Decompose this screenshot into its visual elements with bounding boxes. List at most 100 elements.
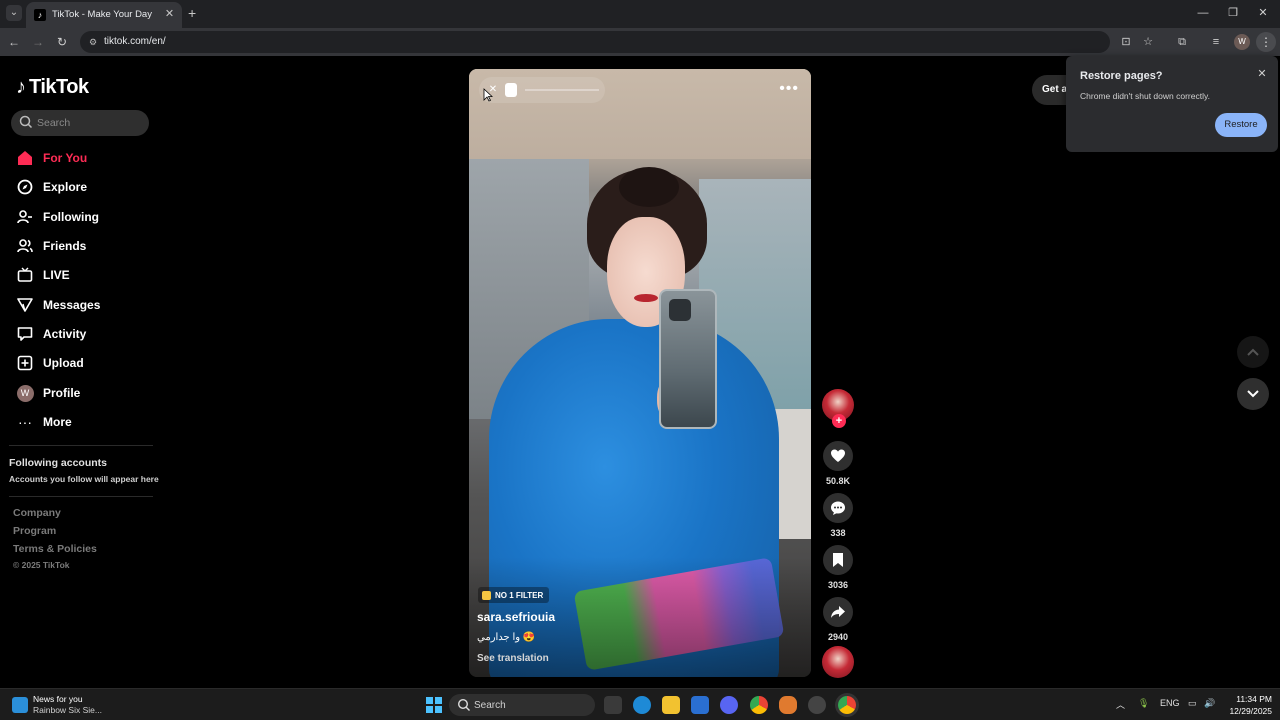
video-author-username[interactable]: sara.sefriouia bbox=[477, 610, 555, 624]
save-button[interactable] bbox=[823, 545, 853, 575]
edge-icon[interactable] bbox=[633, 696, 651, 714]
maximize-icon[interactable]: ❐ bbox=[1226, 6, 1240, 20]
effect-icon bbox=[482, 590, 491, 600]
volume-slider[interactable] bbox=[525, 89, 599, 91]
sidebar-item-label: LIVE bbox=[43, 268, 70, 282]
restore-popup-title: Restore pages? bbox=[1080, 70, 1163, 82]
volume-knob[interactable] bbox=[505, 83, 517, 97]
minimize-icon[interactable]: — bbox=[1196, 6, 1210, 20]
url-text: tiktok.com/en/ bbox=[104, 36, 166, 47]
sidebar-item-friends[interactable]: Friends bbox=[16, 235, 86, 257]
upload-icon bbox=[16, 354, 34, 372]
sidebar-item-profile[interactable]: W Profile bbox=[16, 382, 80, 404]
video-subject bbox=[619, 167, 679, 207]
footer-link-program[interactable]: Program bbox=[13, 525, 56, 537]
news-widget-subtitle[interactable]: Rainbow Six Sie... bbox=[33, 705, 102, 715]
store-icon[interactable] bbox=[691, 696, 709, 714]
share-icon bbox=[831, 606, 845, 618]
bookmark-icon bbox=[833, 553, 843, 567]
sidebar-item-messages[interactable]: Messages bbox=[16, 294, 100, 316]
phone-camera bbox=[669, 299, 691, 321]
microphone-icon[interactable]: 🎙 bbox=[1138, 698, 1149, 709]
browser-tab[interactable]: ♪ TikTok - Make Your Day ✕ bbox=[26, 2, 182, 28]
tiktok-logo[interactable]: ♪ TikTok bbox=[16, 76, 89, 99]
sidebar-item-more[interactable]: ··· More bbox=[16, 411, 72, 433]
chrome-menu-icon[interactable]: ⋮ bbox=[1256, 32, 1276, 52]
search-placeholder: Search bbox=[37, 117, 71, 129]
like-count: 50.8K bbox=[825, 476, 851, 486]
follow-plus-icon[interactable]: + bbox=[832, 414, 846, 428]
chrome-profile-icon[interactable] bbox=[838, 696, 856, 714]
sidebar-divider bbox=[9, 445, 153, 446]
friends-icon bbox=[16, 237, 34, 255]
new-tab-button[interactable]: + bbox=[188, 6, 196, 20]
tab-close-icon[interactable]: ✕ bbox=[163, 8, 176, 21]
sidebar-item-label: Messages bbox=[43, 298, 101, 312]
save-count: 3036 bbox=[827, 580, 849, 590]
copyright-text: © 2025 TikTok bbox=[13, 560, 70, 570]
tab-search-button[interactable]: ⌄ bbox=[6, 5, 22, 21]
footer-link-company[interactable]: Company bbox=[13, 507, 61, 519]
bookmark-star-icon[interactable]: ☆ bbox=[1140, 34, 1156, 50]
restore-button[interactable]: Restore bbox=[1215, 113, 1267, 137]
sidebar-item-label: Following bbox=[43, 210, 99, 224]
next-video-button[interactable] bbox=[1237, 378, 1269, 410]
settings-app-icon[interactable] bbox=[808, 696, 826, 714]
back-icon[interactable]: ← bbox=[6, 34, 22, 50]
sidebar-item-explore[interactable]: Explore bbox=[16, 176, 87, 198]
search-icon bbox=[19, 115, 33, 129]
footer-link-terms[interactable]: Terms & Policies bbox=[13, 543, 97, 555]
reload-icon[interactable]: ↻ bbox=[54, 34, 70, 50]
site-info-icon[interactable]: ⚙ bbox=[86, 35, 100, 49]
tray-overflow-icon[interactable]: ︿ bbox=[1116, 698, 1125, 711]
sound-avatar[interactable] bbox=[822, 646, 854, 678]
media-controls-icon[interactable]: ≡ bbox=[1208, 34, 1224, 50]
install-app-icon[interactable]: ⊡ bbox=[1118, 34, 1134, 50]
sidebar-item-live[interactable]: LIVE bbox=[16, 264, 70, 286]
forward-icon[interactable]: → bbox=[30, 34, 46, 50]
activity-icon bbox=[16, 325, 34, 343]
extensions-icon[interactable]: ⧉ bbox=[1174, 34, 1190, 50]
language-indicator[interactable]: ENG bbox=[1160, 698, 1180, 708]
effect-badge[interactable]: NO 1 FILTER bbox=[478, 587, 550, 603]
search-input[interactable]: Search bbox=[11, 110, 149, 136]
start-button-icon[interactable] bbox=[426, 697, 442, 713]
sidebar-item-for-you[interactable]: For You bbox=[16, 147, 87, 169]
browser-profile-avatar[interactable]: W bbox=[1234, 34, 1250, 50]
chevron-up-icon bbox=[1247, 348, 1259, 356]
sidebar-item-upload[interactable]: Upload bbox=[16, 352, 84, 374]
address-bar[interactable]: ⚙ tiktok.com/en/ bbox=[80, 31, 1110, 53]
previous-video-button[interactable] bbox=[1237, 336, 1269, 368]
clock-time[interactable]: 11:34 PM bbox=[1226, 694, 1272, 704]
more-icon: ··· bbox=[18, 414, 32, 430]
comment-button[interactable] bbox=[823, 493, 853, 523]
video-player[interactable]: ✕ ••• NO 1 FILTER sara.sefriouia وا جدار… bbox=[469, 69, 811, 677]
news-widget-title[interactable]: News for you bbox=[33, 694, 83, 704]
file-explorer-icon[interactable] bbox=[662, 696, 680, 714]
restore-popup-message: Chrome didn't shut down correctly. bbox=[1080, 91, 1210, 101]
task-view-icon[interactable] bbox=[604, 696, 622, 714]
sidebar-item-following[interactable]: Following bbox=[16, 206, 99, 228]
discord-icon[interactable] bbox=[720, 696, 738, 714]
video-subject-phone bbox=[659, 289, 717, 429]
chrome-icon[interactable] bbox=[750, 696, 768, 714]
sidebar-divider bbox=[9, 496, 153, 497]
news-widget-icon[interactable] bbox=[12, 697, 28, 713]
volume-icon[interactable]: 🔊 bbox=[1204, 698, 1215, 709]
video-caption: وا جدارمي 😍 bbox=[477, 632, 536, 643]
share-count: 2940 bbox=[827, 632, 849, 642]
close-icon[interactable]: ✕ bbox=[1256, 68, 1268, 80]
see-translation-link[interactable]: See translation bbox=[477, 653, 549, 664]
clock-date[interactable]: 12/29/2025 bbox=[1220, 706, 1272, 716]
like-button[interactable] bbox=[823, 441, 853, 471]
window-close-icon[interactable]: ✕ bbox=[1256, 6, 1270, 20]
sidebar-item-activity[interactable]: Activity bbox=[16, 323, 86, 345]
sidebar-item-label: Explore bbox=[43, 180, 88, 194]
microphone-app-icon[interactable] bbox=[779, 696, 797, 714]
video-more-options-icon[interactable]: ••• bbox=[779, 79, 799, 99]
avatar: W bbox=[16, 384, 34, 402]
network-icon[interactable]: ▭ bbox=[1188, 698, 1197, 709]
share-button[interactable] bbox=[823, 597, 853, 627]
video-subject bbox=[634, 294, 658, 302]
taskbar-search[interactable]: Search bbox=[449, 694, 595, 716]
